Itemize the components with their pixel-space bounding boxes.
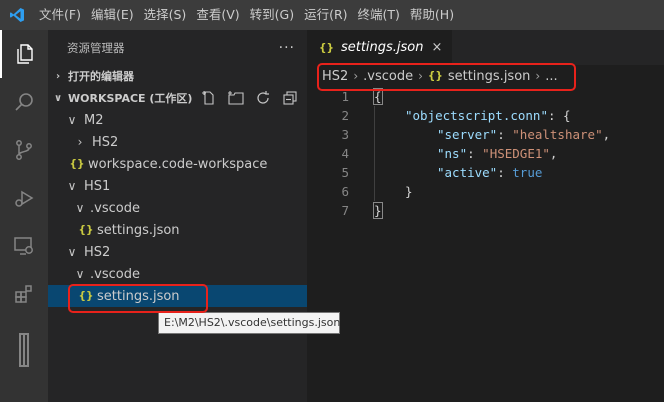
tree-label: HS2 bbox=[84, 244, 111, 260]
code-key: "ns" bbox=[437, 146, 468, 161]
vscode-logo-icon bbox=[0, 0, 34, 30]
extensions-icon[interactable] bbox=[0, 270, 48, 318]
chevron-down-icon: ∨ bbox=[67, 113, 77, 127]
code-line-3: 3 "server": "healtshare", bbox=[307, 125, 664, 144]
new-folder-icon[interactable] bbox=[227, 89, 245, 107]
code-key: "objectscript.conn" bbox=[405, 108, 548, 123]
chevron-down-icon: ∨ bbox=[67, 179, 77, 193]
code-text: } bbox=[373, 202, 383, 219]
menu-bar: 文件(F) 编辑(E) 选择(S) 查看(V) 转到(G) 运行(R) 终端(T… bbox=[34, 0, 459, 30]
workspace-label: WORKSPACE (工作区) bbox=[68, 92, 193, 105]
menu-selection[interactable]: 选择(S) bbox=[139, 0, 192, 30]
line-number: 1 bbox=[341, 89, 349, 104]
explorer-icon[interactable] bbox=[0, 30, 48, 78]
run-debug-icon[interactable] bbox=[0, 174, 48, 222]
json-file-icon: {} bbox=[69, 158, 85, 170]
tab-settings-json[interactable]: {} settings.json × bbox=[307, 30, 453, 65]
code-value: "healtshare" bbox=[512, 127, 603, 142]
breadcrumb-highlight-box bbox=[317, 63, 576, 91]
line-number: 6 bbox=[341, 184, 349, 199]
menu-file[interactable]: 文件(F) bbox=[34, 0, 86, 30]
json-file-icon: {} bbox=[78, 224, 94, 236]
code-text: : { bbox=[548, 108, 571, 123]
tree-folder-hs2-root[interactable]: ∨ HS2 bbox=[48, 241, 307, 263]
tree-folder-hs2[interactable]: › HS2 bbox=[48, 131, 307, 153]
menu-run[interactable]: 运行(R) bbox=[299, 0, 352, 30]
json-file-icon: {} bbox=[319, 41, 334, 54]
chevron-down-icon: ∨ bbox=[67, 245, 77, 259]
code-line-6: 6 } bbox=[307, 182, 664, 201]
activity-bar bbox=[0, 30, 48, 402]
menu-view[interactable]: 查看(V) bbox=[191, 0, 244, 30]
tree-folder-hs2-vscode[interactable]: ∨ .vscode bbox=[48, 263, 307, 285]
sidebar-header: 资源管理器 ··· bbox=[48, 30, 307, 65]
code-value: "HSEDGE1" bbox=[482, 146, 550, 161]
chevron-down-icon: ∨ bbox=[75, 267, 85, 281]
menu-edit[interactable]: 编辑(E) bbox=[86, 0, 139, 30]
line-number: 2 bbox=[341, 108, 349, 123]
tree-folder-hs1-vscode[interactable]: ∨ .vscode bbox=[48, 197, 307, 219]
open-editors-section[interactable]: › 打开的编辑器 bbox=[48, 65, 307, 87]
menu-go[interactable]: 转到(G) bbox=[245, 0, 299, 30]
sidebar-title: 资源管理器 bbox=[67, 40, 125, 55]
search-icon[interactable] bbox=[0, 78, 48, 126]
close-icon[interactable]: × bbox=[432, 40, 443, 55]
tree-label: .vscode bbox=[90, 200, 140, 216]
code-line-4: 4 "ns": "HSEDGE1", bbox=[307, 144, 664, 163]
tree-folder-m2[interactable]: ∨ M2 bbox=[48, 109, 307, 131]
title-bar: 文件(F) 编辑(E) 选择(S) 查看(V) 转到(G) 运行(R) 终端(T… bbox=[0, 0, 664, 30]
code-line-5: 5 "active": true bbox=[307, 163, 664, 182]
collapse-all-icon[interactable] bbox=[281, 89, 299, 107]
code-editor[interactable]: 1 { 2 "objectscript.conn": { 3 "server":… bbox=[307, 87, 664, 220]
editor-tabs: {} settings.json × bbox=[307, 30, 664, 65]
tree-label: settings.json bbox=[97, 222, 180, 238]
line-number: 3 bbox=[341, 127, 349, 142]
code-text: } bbox=[405, 184, 413, 199]
selected-file-highlight-box bbox=[68, 284, 208, 313]
intersystems-icon[interactable] bbox=[0, 318, 48, 382]
menu-help[interactable]: 帮助(H) bbox=[405, 0, 459, 30]
open-editors-label: 打开的编辑器 bbox=[68, 70, 134, 83]
code-key: "active" bbox=[437, 165, 498, 180]
new-file-icon[interactable] bbox=[200, 89, 218, 107]
chevron-down-icon: ∨ bbox=[53, 92, 63, 104]
workspace-section[interactable]: ∨ WORKSPACE (工作区) bbox=[48, 87, 307, 109]
chevron-right-icon: › bbox=[77, 135, 83, 149]
tree-label: .vscode bbox=[90, 266, 140, 282]
tree-file-workspace[interactable]: {} workspace.code-workspace bbox=[48, 153, 307, 175]
tree-label: M2 bbox=[84, 112, 104, 128]
explorer-sidebar: 资源管理器 ··· › 打开的编辑器 ∨ WORKSPACE (工作区) ∨ M… bbox=[48, 30, 307, 402]
tab-label: settings.json bbox=[340, 40, 424, 55]
more-actions-icon[interactable]: ··· bbox=[279, 40, 295, 56]
line-number: 4 bbox=[341, 146, 349, 161]
code-value: true bbox=[512, 165, 543, 180]
line-number: 5 bbox=[341, 165, 349, 180]
path-tooltip: E:\M2\HS2\.vscode\settings.json bbox=[158, 312, 340, 334]
tree-label: HS1 bbox=[84, 178, 111, 194]
code-line-7: 7 } bbox=[307, 201, 664, 220]
code-key: "server" bbox=[437, 127, 498, 142]
workspace-actions bbox=[200, 87, 299, 109]
line-number: 7 bbox=[341, 203, 349, 218]
chevron-right-icon: › bbox=[55, 70, 61, 82]
tree-label: workspace.code-workspace bbox=[88, 156, 268, 172]
tree-file-hs1-settings[interactable]: {} settings.json bbox=[48, 219, 307, 241]
remote-explorer-icon[interactable] bbox=[0, 222, 48, 270]
source-control-icon[interactable] bbox=[0, 126, 48, 174]
code-text: { bbox=[373, 88, 383, 105]
menu-terminal[interactable]: 终端(T) bbox=[353, 0, 405, 30]
code-line-2: 2 "objectscript.conn": { bbox=[307, 106, 664, 125]
chevron-down-icon: ∨ bbox=[75, 201, 85, 215]
tree-folder-hs1[interactable]: ∨ HS1 bbox=[48, 175, 307, 197]
refresh-icon[interactable] bbox=[254, 89, 272, 107]
tree-label: HS2 bbox=[92, 134, 119, 150]
